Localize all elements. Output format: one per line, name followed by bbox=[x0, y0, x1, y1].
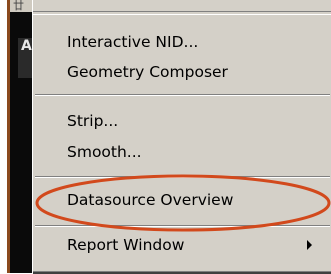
background-window: 廿 A bbox=[10, 0, 32, 273]
menu-item-datasource-overview[interactable]: Datasource Overview bbox=[67, 187, 233, 213]
background-side-letter: A bbox=[21, 38, 32, 54]
menu-separator bbox=[35, 94, 330, 96]
window-frame-left bbox=[0, 0, 10, 273]
chevron-right-icon bbox=[307, 240, 312, 250]
menu-separator bbox=[35, 176, 330, 178]
menu-top-separator bbox=[33, 11, 331, 15]
background-glyph: 廿 bbox=[13, 0, 24, 12]
context-menu: Interactive NID... Geometry Composer Str… bbox=[32, 0, 331, 274]
menu-item-strip[interactable]: Strip... bbox=[67, 108, 118, 134]
menu-separator bbox=[35, 225, 330, 227]
menu-item-smooth[interactable]: Smooth... bbox=[67, 139, 142, 165]
menu-item-interactive-nid[interactable]: Interactive NID... bbox=[67, 29, 198, 55]
menu-item-geometry-composer[interactable]: Geometry Composer bbox=[67, 59, 228, 85]
menu-item-report-window[interactable]: Report Window bbox=[67, 232, 184, 258]
background-side-mark: A bbox=[18, 38, 32, 78]
